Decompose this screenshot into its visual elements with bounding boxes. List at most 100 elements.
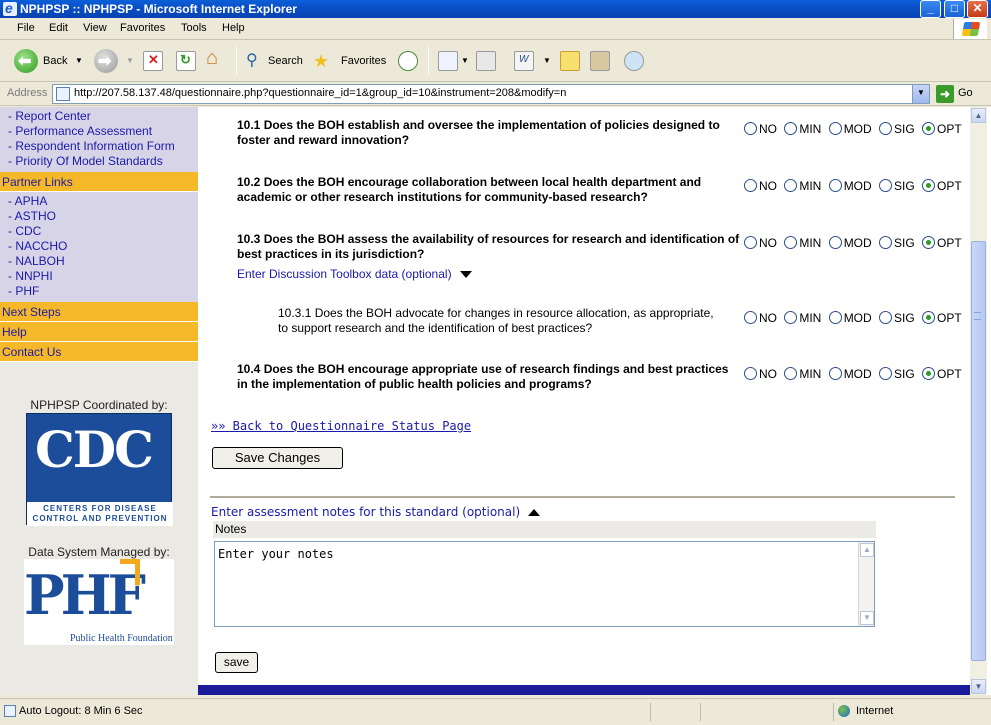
scroll-up-icon[interactable]: ▲ <box>971 108 986 123</box>
radio-label: NO <box>759 235 777 250</box>
menu-file[interactable]: File <box>17 22 35 34</box>
radio-sig[interactable] <box>879 236 893 250</box>
save-changes-button[interactable]: Save Changes <box>212 447 343 469</box>
mail-icon[interactable] <box>438 51 458 71</box>
scroll-up-icon[interactable]: ▲ <box>860 543 874 557</box>
radio-opt-selected[interactable] <box>922 122 936 136</box>
radio-sig[interactable] <box>879 367 893 381</box>
back-button[interactable]: Back <box>43 49 67 73</box>
favorites-button[interactable]: Favorites <box>341 49 386 73</box>
sidebar-link-phf[interactable]: - PHF <box>0 284 198 299</box>
discussion-toolbox-toggle[interactable]: Enter Discussion Toolbox data (optional) <box>237 267 472 281</box>
sidebar-heading-help[interactable]: Help <box>0 322 198 342</box>
favorites-star-icon[interactable]: ★ <box>313 49 329 73</box>
sidebar-link-nalboh[interactable]: - NALBOH <box>0 254 198 269</box>
browser-window: NPHPSP :: NPHPSP - Microsoft Internet Ex… <box>0 0 991 725</box>
scroll-thumb[interactable] <box>971 241 986 661</box>
radio-label: OPT <box>937 310 962 325</box>
refresh-icon[interactable]: ↻ <box>176 51 196 71</box>
sidebar-heading-next-steps[interactable]: Next Steps <box>0 302 198 322</box>
radio-sig[interactable] <box>879 311 893 325</box>
menu-edit[interactable]: Edit <box>49 22 68 34</box>
toolbar-separator <box>236 47 237 75</box>
word-edit-icon[interactable]: W <box>514 51 534 71</box>
radio-label: MOD <box>843 121 872 136</box>
address-field[interactable]: http://207.58.137.48/questionnaire.php?q… <box>52 84 930 104</box>
collapse-triangle-icon[interactable] <box>528 509 541 516</box>
radio-mod[interactable] <box>828 179 842 193</box>
sidebar-link-cdc[interactable]: - CDC <box>0 224 198 239</box>
menu-favorites[interactable]: Favorites <box>120 22 165 34</box>
menu-help[interactable]: Help <box>222 22 245 34</box>
search-icon[interactable]: ⚲ <box>246 49 258 73</box>
sidebar-link-nnphi[interactable]: - NNPHI <box>0 269 198 284</box>
radio-no[interactable] <box>744 367 757 381</box>
radio-min[interactable] <box>784 236 798 250</box>
notes-text[interactable]: Enter your notes <box>218 547 334 561</box>
sidebar-link-priority-of-model-standards[interactable]: - Priority Of Model Standards <box>0 154 198 169</box>
close-button[interactable]: ✕ <box>967 0 988 18</box>
status-divider <box>833 703 834 721</box>
mail-dropdown-icon[interactable]: ▼ <box>461 49 469 73</box>
radio-no[interactable] <box>744 179 757 193</box>
sidebar-heading-partner-links[interactable]: Partner Links <box>0 172 198 192</box>
sidebar-link-naccho[interactable]: - NACCHO <box>0 239 198 254</box>
menu-tools[interactable]: Tools <box>181 22 207 34</box>
radio-sig[interactable] <box>879 122 893 136</box>
phf-logo[interactable]: PHF Public Health Foundation <box>24 559 174 645</box>
radio-opt-selected[interactable] <box>922 367 936 381</box>
notes-scrollbar[interactable]: ▲ ▼ <box>858 542 874 626</box>
radio-mod[interactable] <box>828 367 842 381</box>
save-notes-button[interactable]: save <box>215 652 258 673</box>
print-icon[interactable] <box>476 51 496 71</box>
radio-mod[interactable] <box>828 122 842 136</box>
sidebar-heading-contact-us[interactable]: Contact Us <box>0 342 198 362</box>
radio-label: NO <box>759 366 777 381</box>
radio-no[interactable] <box>744 311 757 325</box>
discuss-icon[interactable] <box>560 51 580 71</box>
radio-no[interactable] <box>744 236 757 250</box>
minimize-button[interactable]: _ <box>920 0 941 18</box>
home-icon[interactable]: ⌂ <box>206 47 226 71</box>
radio-opt-selected[interactable] <box>922 236 936 250</box>
sidebar-link-report-center[interactable]: - Report Center <box>0 109 198 124</box>
radio-min[interactable] <box>784 367 798 381</box>
radio-opt-selected[interactable] <box>922 179 936 193</box>
radio-mod[interactable] <box>828 236 842 250</box>
radio-min[interactable] <box>784 311 798 325</box>
scroll-down-icon[interactable]: ▼ <box>860 611 874 625</box>
cdc-logo[interactable]: CDC CENTERS FOR DISEASE CONTROL AND PREV… <box>26 413 173 526</box>
notes-toggle[interactable]: Enter assessment notes for this standard… <box>211 505 541 519</box>
radio-no[interactable] <box>744 122 757 136</box>
notes-toggle-link[interactable]: Enter assessment notes for this standard… <box>211 505 520 519</box>
discussion-toolbox-link[interactable]: Enter Discussion Toolbox data (optional) <box>237 267 452 281</box>
edit-dropdown-icon[interactable]: ▼ <box>543 49 551 73</box>
scroll-down-icon[interactable]: ▼ <box>971 679 986 694</box>
sidebar-link-astho[interactable]: - ASTHO <box>0 209 198 224</box>
window-scrollbar[interactable]: ▲ ▼ <box>970 107 987 695</box>
sidebar-partner-links: - APHA - ASTHO - CDC - NACCHO - NALBOH -… <box>0 192 198 302</box>
sidebar-link-performance-assessment[interactable]: - Performance Assessment <box>0 124 198 139</box>
radio-min[interactable] <box>784 122 798 136</box>
expand-triangle-icon[interactable] <box>459 271 472 279</box>
back-to-status-page-link[interactable]: »» Back to Questionnaire Status Page <box>211 419 471 433</box>
address-dropdown-icon[interactable]: ▼ <box>912 85 929 103</box>
go-button[interactable]: ➜ Go <box>936 85 986 103</box>
menu-view[interactable]: View <box>83 22 107 34</box>
address-url[interactable]: http://207.58.137.48/questionnaire.php?q… <box>74 87 566 99</box>
history-icon[interactable] <box>398 51 418 71</box>
radio-min[interactable] <box>784 179 798 193</box>
back-dropdown-icon[interactable]: ▼ <box>75 49 83 73</box>
radio-opt-selected[interactable] <box>922 311 936 325</box>
research-icon[interactable] <box>590 51 610 71</box>
messenger-icon[interactable] <box>624 51 644 71</box>
sidebar-link-respondent-information-form[interactable]: - Respondent Information Form <box>0 139 198 154</box>
forward-dropdown-icon[interactable]: ▼ <box>126 49 134 73</box>
radio-sig[interactable] <box>879 179 893 193</box>
maximize-button[interactable]: □ <box>944 0 965 18</box>
radio-mod[interactable] <box>828 311 842 325</box>
sidebar-link-apha[interactable]: - APHA <box>0 194 198 209</box>
search-button[interactable]: Search <box>268 49 303 73</box>
stop-icon[interactable]: ✕ <box>143 51 163 71</box>
notes-textarea[interactable]: Enter your notes ▲ ▼ <box>214 541 875 627</box>
